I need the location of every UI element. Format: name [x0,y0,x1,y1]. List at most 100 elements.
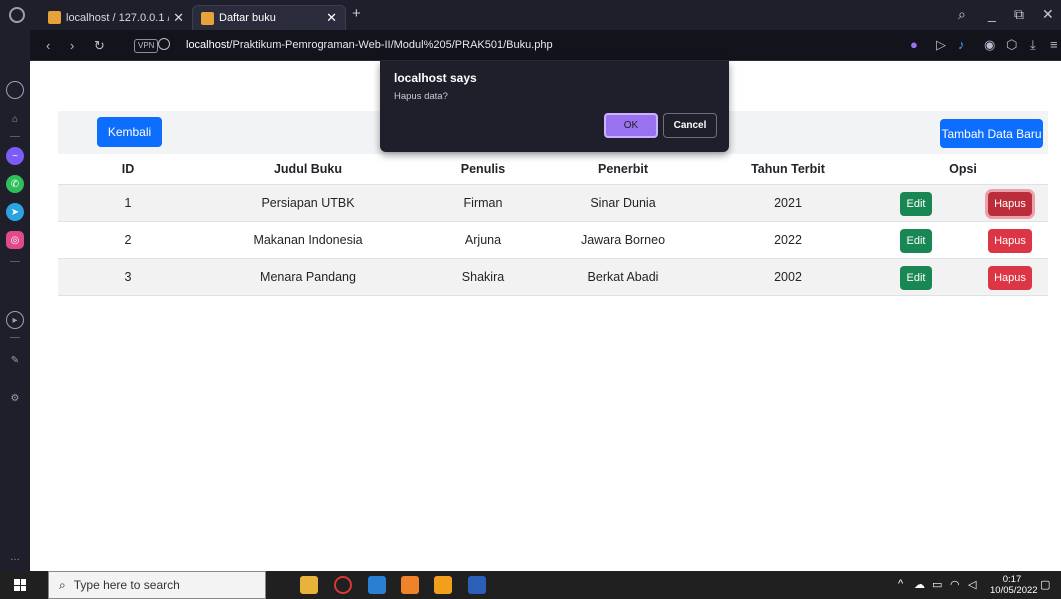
play-icon[interactable]: ▷ [936,37,946,53]
taskbar-search-input[interactable]: ⌕ Type here to search [48,571,266,599]
cell-opsi: Edit Hapus [878,184,1048,222]
file-explorer-icon[interactable] [300,576,318,594]
word-icon[interactable] [468,576,486,594]
ok-button[interactable]: OK [604,113,658,138]
kembali-button[interactable]: Kembali [97,117,162,147]
bag-icon[interactable]: ⌂ [6,110,24,128]
instagram-icon[interactable]: ◎ [6,231,24,249]
cell-opsi: Edit Hapus [878,258,1048,296]
edit-button[interactable]: Edit [900,228,932,253]
header-id: ID [58,154,198,185]
tambah-data-button[interactable]: Tambah Data Baru [940,119,1043,148]
tab-label: localhost / 127.0.0.1 / prak [66,11,169,24]
hapus-button[interactable]: Hapus [988,191,1032,216]
battery-icon[interactable]: ▭ [932,578,942,591]
opera-taskbar-icon[interactable] [334,576,352,594]
music-icon[interactable]: ♪ [958,37,965,52]
browser-tab-bar: localhost / 127.0.0.1 / prak ✕ Daftar bu… [0,0,1061,30]
edit-icon[interactable]: ✎ [6,351,24,369]
sublime-icon[interactable] [434,576,452,594]
window-close-icon[interactable]: ✕ [1042,6,1054,23]
confirm-dialog: localhost says Hapus data? OK Cancel [380,61,729,152]
cell-judul: Persiapan UTBK [198,184,418,222]
windows-taskbar: ⌕ Type here to search ^ ☁ ▭ ◠ ◁ 0:17 10/… [0,571,1061,599]
vpn-badge[interactable]: VPN [134,39,159,53]
download-icon[interactable]: ⤓ [1030,37,1036,53]
cell-penerbit: Sinar Dunia [548,184,698,222]
windows-start-icon[interactable] [14,579,26,591]
close-icon[interactable]: ✕ [326,10,337,26]
header-penerbit: Penerbit [548,154,698,185]
cell-penulis: Arjuna [418,221,548,259]
chevron-up-icon[interactable]: ^ [898,578,903,590]
search-tabs-icon[interactable]: ⌕ [958,6,966,23]
opera-logo-icon[interactable] [9,7,25,23]
onedrive-icon[interactable]: ☁ [914,578,925,591]
cell-opsi: Edit Hapus [878,221,1048,259]
hapus-button[interactable]: Hapus [988,228,1032,253]
cancel-button[interactable]: Cancel [663,113,717,138]
menu-icon[interactable]: ≡ [1050,37,1058,52]
header-judul: Judul Buku [198,154,418,185]
search-icon: ⌕ [59,577,66,592]
messenger-icon[interactable]: ~ [6,147,24,165]
edit-button[interactable]: Edit [900,191,932,216]
sidebar-divider [10,136,20,137]
url-field[interactable]: localhost/Praktikum-Pemrograman-Web-II/M… [186,39,553,51]
table-header-row: ID Judul Buku Penulis Penerbit Tahun Ter… [58,154,1048,185]
clock-date: 10/05/2022 [990,585,1038,596]
wifi-icon[interactable]: ◠ [950,578,960,591]
cell-judul: Menara Pandang [198,258,418,296]
settings-gear-icon[interactable]: ⚙ [6,389,24,407]
cell-id: 2 [58,221,198,259]
tab-phpmyadmin[interactable]: localhost / 127.0.0.1 / prak ✕ [40,5,192,30]
cell-penulis: Shakira [418,258,548,296]
whatsapp-icon[interactable]: ✆ [6,175,24,193]
speed-dial-icon[interactable] [6,81,24,99]
back-icon[interactable]: ‹ [46,38,50,53]
xampp-icon[interactable] [401,576,419,594]
globe-icon [158,38,170,50]
address-bar: ‹ › ↻ VPN localhost/Praktikum-Pemrograma… [30,30,1061,61]
tab-daftar-buku[interactable]: Daftar buku ✕ [192,5,346,30]
cell-penerbit: Berkat Abadi [548,258,698,296]
clock-time: 0:17 [1002,574,1022,585]
cell-judul: Makanan Indonesia [198,221,418,259]
player-icon[interactable]: ▸ [6,311,24,329]
snap-icon[interactable]: ⧉ [1014,6,1024,23]
cell-penerbit: Jawara Borneo [548,221,698,259]
phpmyadmin-favicon-icon [48,11,61,24]
cell-id: 3 [58,258,198,296]
shield-icon[interactable]: ● [910,37,918,52]
cell-id: 1 [58,184,198,222]
minimize-icon[interactable]: _ [988,6,996,22]
camera-icon[interactable]: ◉ [984,37,995,53]
header-opsi: Opsi [878,154,1048,185]
volume-icon[interactable]: ◁ [968,578,976,591]
taskbar-clock[interactable]: 0:17 10/05/2022 [990,574,1038,596]
cube-icon[interactable]: ⬡ [1006,37,1017,53]
reload-icon[interactable]: ↻ [94,38,105,54]
new-tab-plus-icon[interactable]: + [352,5,361,22]
telegram-icon[interactable]: ➤ [6,203,24,221]
cell-tahun: 2022 [698,221,878,259]
more-icon[interactable]: … [6,548,24,566]
close-icon[interactable]: ✕ [173,10,184,26]
url-path: /Praktikum-Pemrograman-Web-II/Modul%205/… [229,39,553,51]
cell-tahun: 2002 [698,258,878,296]
sidebar-divider [10,261,20,262]
xampp-favicon-icon [201,11,214,25]
forward-icon[interactable]: › [70,38,74,53]
header-tahun: Tahun Terbit [698,154,878,185]
tab-label: Daftar buku [219,12,276,24]
header-penulis: Penulis [418,154,548,185]
table-row: 2 Makanan Indonesia Arjuna Jawara Borneo… [58,221,1048,259]
book-table: ID Judul Buku Penulis Penerbit Tahun Ter… [58,154,1048,296]
table-row: 1 Persiapan UTBK Firman Sinar Dunia 2021… [58,184,1048,222]
table-row: 3 Menara Pandang Shakira Berkat Abadi 20… [58,258,1048,296]
cell-tahun: 2021 [698,184,878,222]
notification-icon[interactable]: ▢ [1040,578,1050,591]
hapus-button[interactable]: Hapus [988,265,1032,290]
edit-button[interactable]: Edit [900,265,932,290]
vscode-icon[interactable] [368,576,386,594]
